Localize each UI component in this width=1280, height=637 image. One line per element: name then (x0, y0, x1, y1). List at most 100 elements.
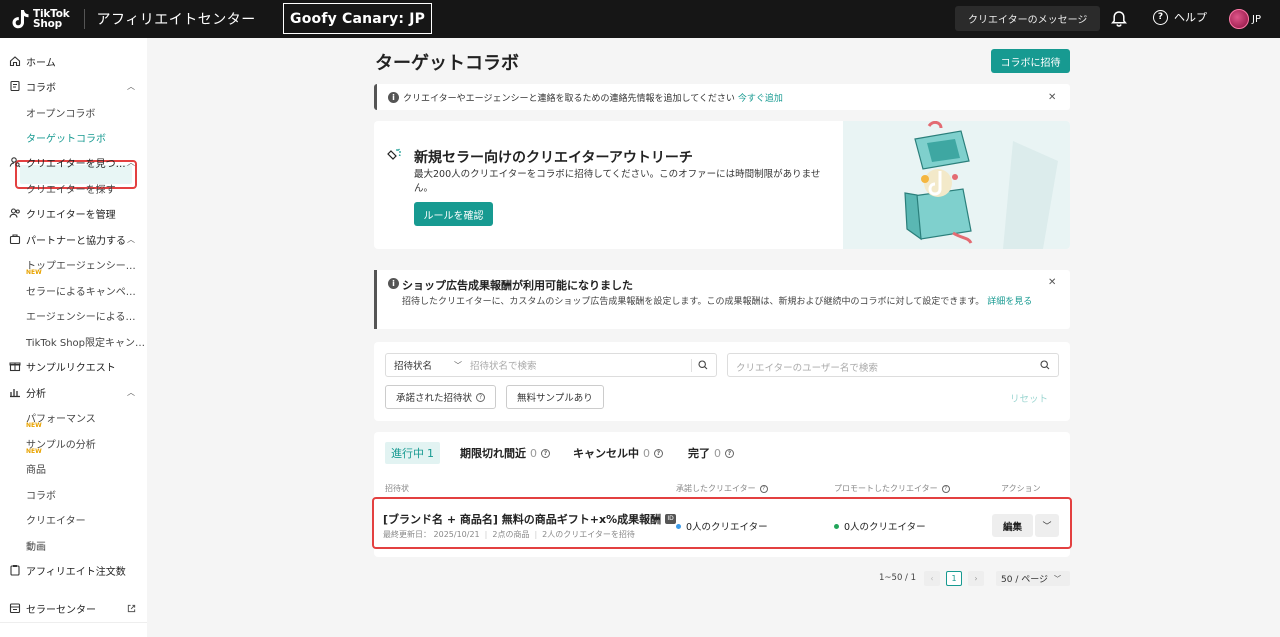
contact-info-notice: i クリエイターやエージェンシーと連絡を取るための連絡先情報を追加してください … (374, 84, 1070, 110)
sidebar-item-seller-center[interactable]: セラーセンター (0, 601, 147, 616)
sidebar-item-target-collab[interactable]: ターゲットコラボ (0, 130, 147, 145)
divider (691, 359, 692, 372)
gift-icon (9, 362, 21, 372)
question-icon: ? (759, 484, 768, 493)
sidebar-item-affiliate-orders[interactable]: アフィリエイト注文数 (0, 563, 147, 578)
id-badge[interactable]: ID (665, 514, 677, 524)
sidebar-item-creators[interactable]: クリエイター (0, 512, 147, 527)
chevron-up-icon[interactable]: ︿ (127, 157, 135, 168)
bell-icon[interactable] (1110, 10, 1128, 28)
view-rules-button[interactable]: ルールを確認 (414, 202, 493, 226)
region-label: JP (1252, 13, 1261, 25)
invitation-meta: 最終更新日： 2025/10/21 | 2点の商品 | 2人のクリエイターを招待 (383, 530, 635, 539)
sidebar-item-label: TikTok Shop限定キャン… (26, 337, 146, 349)
help-label: ヘルプ (1174, 11, 1207, 24)
sidebar-item-partner[interactable]: パートナーと協力する ︿ (0, 232, 147, 247)
tab-label: 期限切れ間近 (460, 447, 526, 460)
sidebar-item-search-creators[interactable]: クリエイターを探す (0, 181, 147, 196)
free-sample-filter[interactable]: 無料サンプルあり (506, 385, 604, 409)
learn-more-link[interactable]: 詳細を見る (987, 297, 1032, 307)
sidebar-item-videos[interactable]: 動画 (0, 538, 147, 553)
sidebar-item-label: 動画 (26, 541, 46, 553)
sidebar-item-label: オープンコラボ (26, 108, 96, 120)
previous-page-button[interactable]: ‹ (924, 571, 940, 586)
tab-cancelling[interactable]: キャンセル中 0 ? (573, 442, 663, 464)
sidebar-item-performance[interactable]: パフォーマンス (0, 410, 147, 425)
page-number-button[interactable]: 1 (946, 571, 962, 586)
sidebar-item-label: クリエイターを見つ… (26, 158, 126, 170)
creator-search-group: クリエイターのユーザー名で検索 (727, 353, 1059, 377)
chevron-up-icon[interactable]: ︿ (127, 234, 135, 245)
tiktok-shop-logo[interactable]: TikTok Shop (10, 0, 70, 38)
more-actions-button[interactable]: ﹀ (1035, 514, 1059, 537)
next-page-button[interactable]: › (968, 571, 984, 586)
sidebar-item-find-creators[interactable]: クリエイターを見つ… ︿ (0, 155, 147, 170)
column-header-accepted: 承諾したクリエイター ? (676, 483, 768, 494)
add-now-link[interactable]: 今すぐ追加 (738, 94, 783, 104)
accepted-invitations-filter[interactable]: 承諾された招待状 ? (385, 385, 497, 409)
close-icon[interactable]: ✕ (1048, 277, 1056, 288)
shop-selector[interactable]: Goofy Canary: JP (283, 3, 433, 34)
tab-count: 0 (714, 446, 721, 460)
outreach-description: 最大200人のクリエイターをコラボに招待してください。このオファーには時間制限が… (414, 169, 821, 194)
gift-box-illustration-icon (904, 121, 1058, 249)
sidebar-item-collab[interactable]: コラボ ︿ (0, 79, 147, 94)
creator-search-input[interactable]: クリエイターのユーザー名で検索 (736, 360, 878, 374)
tab-expiring-soon[interactable]: 期限切れ間近 0 ? (460, 442, 550, 464)
tab-label: キャンセル中 (573, 447, 639, 460)
sidebar-item-tiktok-campaign[interactable]: TikTok Shop限定キャン… (0, 334, 147, 349)
gift-box-illustration (843, 121, 1070, 249)
sparkle-icon (387, 148, 401, 160)
chevron-up-icon[interactable]: ︿ (127, 81, 135, 92)
promoted-creators-cell[interactable]: 0人のクリエイター (834, 519, 926, 533)
sidebar-item-label: コラボ (26, 82, 56, 94)
accepted-creators-cell[interactable]: 0人のクリエイター (676, 519, 768, 533)
question-icon: ? (476, 392, 486, 402)
help-button[interactable]: ? ヘルプ (1153, 9, 1207, 25)
chevron-up-icon[interactable]: ︿ (127, 387, 135, 398)
sidebar-item-open-collab[interactable]: オープンコラボ (0, 105, 147, 120)
ads-notice-description: 招待したクリエイターに、カスタムのショップ広告成果報酬を設定します。この成果報酬… (402, 297, 985, 307)
sidebar-item-seller-campaign[interactable]: セラーによるキャンペ… (0, 283, 147, 298)
tab-label: 完了 (688, 447, 710, 460)
sidebar-item-agency-campaign[interactable]: エージェンシーによる… (0, 308, 147, 323)
chevron-left-icon: ‹ (930, 574, 934, 583)
notice-accent-bar (374, 84, 377, 110)
sidebar-item-label: 分析 (26, 388, 46, 400)
invite-to-collab-button[interactable]: コラボに招待 (991, 49, 1070, 73)
divider (83, 9, 85, 29)
tab-in-progress[interactable]: 進行中 1 (385, 442, 440, 464)
chevron-down-icon[interactable]: ﹀ (454, 360, 462, 371)
reset-button[interactable]: リセット (1010, 391, 1048, 405)
sidebar-item-products[interactable]: 商品 (0, 461, 147, 476)
sidebar-item-analytics[interactable]: 分析 ︿ (0, 385, 147, 400)
account-menu[interactable]: JP (1229, 9, 1261, 29)
creator-messages-button[interactable]: クリエイターのメッセージ (955, 6, 1101, 31)
search-icon[interactable] (698, 360, 708, 370)
question-icon: ? (541, 448, 550, 458)
tab-count: 0 (530, 446, 537, 460)
page-size-select[interactable]: 50 / ページ ﹀ (996, 571, 1070, 586)
last-updated: 最終更新日： 2025/10/21 (383, 530, 480, 539)
sidebar-item-top-agency[interactable]: トップエージェンシー… (0, 257, 147, 272)
sidebar-item-manage-creators[interactable]: クリエイターを管理 (0, 206, 147, 221)
invitation-title[interactable]: [ブランド名 + 商品名] 無料の商品ギフト+x%成果報酬 ID (383, 511, 677, 527)
pagination-range: 1~50 / 1 (879, 573, 917, 583)
search-icon[interactable] (1040, 360, 1050, 370)
chevron-down-icon: ﹀ (1042, 522, 1052, 532)
column-header-invitation: 招待状 (385, 484, 409, 493)
sidebar-item-label: クリエイターを探す (26, 184, 116, 196)
chevron-right-icon: › (974, 574, 978, 583)
tab-completed[interactable]: 完了 0 ? (688, 442, 734, 464)
search-field-select[interactable]: 招待状名 (394, 358, 432, 372)
sidebar-item-sample-analytics[interactable]: サンプルの分析 (0, 436, 147, 451)
sidebar-item-home[interactable]: ホーム (0, 54, 147, 69)
column-header-label: プロモートしたクリエイター (834, 484, 938, 493)
invitation-search-input[interactable]: 招待状名で検索 (470, 358, 537, 372)
sidebar-item-collabs[interactable]: コラボ (0, 487, 147, 502)
close-icon[interactable]: ✕ (1048, 92, 1056, 103)
sidebar-item-label: ホーム (26, 57, 56, 69)
sidebar-item-sample-request[interactable]: サンプルリクエスト (0, 359, 147, 374)
invitation-search-group: 招待状名 ﹀ 招待状名で検索 (385, 353, 717, 377)
edit-button[interactable]: 編集 (992, 514, 1033, 537)
